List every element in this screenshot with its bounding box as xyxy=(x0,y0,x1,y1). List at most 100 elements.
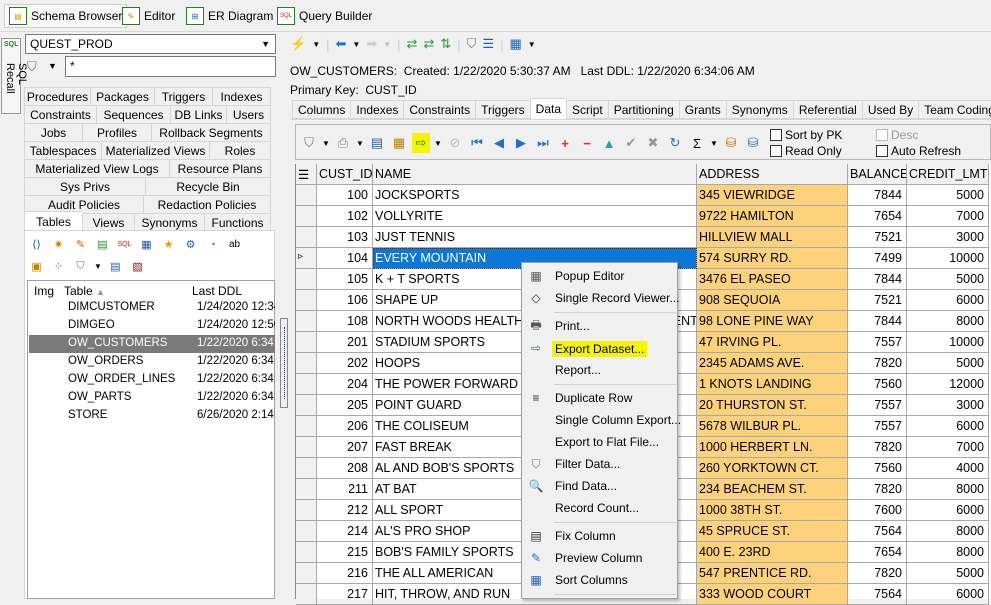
sync-icon[interactable]: ⇅ xyxy=(440,36,451,52)
cell-balance[interactable]: 7557 xyxy=(848,416,907,437)
row-indicator[interactable] xyxy=(296,416,317,437)
cell-cust-id[interactable]: 206 xyxy=(317,416,373,437)
cell-cust-id[interactable]: 211 xyxy=(317,479,373,500)
row-indicator[interactable] xyxy=(296,479,317,500)
er-diagram-tab[interactable]: ⊞ ER Diagram xyxy=(182,4,277,28)
object-tab-indexes[interactable]: Indexes xyxy=(212,87,271,105)
read-only-checkbox[interactable]: Read Only xyxy=(770,144,842,158)
chevron-down-icon[interactable]: ▼ xyxy=(352,40,360,49)
object-tab-sys-privs[interactable]: Sys Privs xyxy=(24,177,145,195)
detail-tab-partitioning[interactable]: Partitioning xyxy=(607,100,679,119)
object-tab-constraints[interactable]: Constraints xyxy=(24,105,96,123)
cell-cust-id[interactable]: 217 xyxy=(317,584,373,605)
cell-credit-lmt[interactable]: 3000 xyxy=(907,227,989,248)
insert-record-icon[interactable]: + xyxy=(556,133,574,153)
menu-item-single-record-viewer[interactable]: ◇ Single Record Viewer... xyxy=(522,287,679,309)
detail-tab-script[interactable]: Script xyxy=(566,100,608,119)
cell-credit-lmt[interactable]: 5000 xyxy=(907,353,989,374)
cell-cust-id[interactable]: 215 xyxy=(317,542,373,563)
chart-icon[interactable]: ▦ xyxy=(509,36,521,52)
menu-item-report[interactable]: Report... xyxy=(522,359,677,381)
list-icon[interactable]: ☰ xyxy=(482,36,494,52)
menu-item-export-to-flat-file[interactable]: Export to Flat File... xyxy=(522,431,677,453)
auto-refresh-checkbox[interactable]: Auto Refresh xyxy=(876,144,961,158)
menu-item-record-count[interactable]: Record Count... xyxy=(522,497,677,519)
cell-credit-lmt[interactable]: 7000 xyxy=(907,437,989,458)
cell-balance[interactable]: 7844 xyxy=(848,311,907,332)
pane-splitter[interactable] xyxy=(280,318,288,408)
cell-balance[interactable]: 7844 xyxy=(848,185,907,206)
cell-address[interactable]: 908 SEQUOIA xyxy=(697,290,848,311)
cell-credit-lmt[interactable]: 4000 xyxy=(907,458,989,479)
row-indicator[interactable] xyxy=(296,521,317,542)
chevron-down-icon[interactable]: ▼ xyxy=(383,40,391,49)
row-indicator[interactable] xyxy=(296,437,317,458)
cell-cust-id[interactable]: 216 xyxy=(317,563,373,584)
row-indicator[interactable]: ▹ xyxy=(296,248,317,269)
query-builder-tab[interactable]: SQL Query Builder xyxy=(273,4,376,28)
table-list-item[interactable]: DIMGEO 1/24/2020 12:50 xyxy=(29,317,275,335)
grid-menu-button[interactable]: ☰ xyxy=(296,164,317,185)
cell-balance[interactable]: 7654 xyxy=(848,542,907,563)
chevron-down-icon[interactable]: ▼ xyxy=(356,133,364,153)
cell-address[interactable]: 345 VIEWRIDGE xyxy=(697,185,848,206)
cell-address[interactable]: 260 YORKTOWN CT. xyxy=(697,458,848,479)
sql-icon[interactable]: SQL xyxy=(116,236,133,253)
cell-address[interactable]: 9722 HAMILTON xyxy=(697,206,848,227)
object-tab-views[interactable]: Views xyxy=(82,213,134,231)
import-icon[interactable]: ⛁ xyxy=(722,133,740,153)
cell-cust-id[interactable]: 102 xyxy=(317,206,373,227)
table-list-item[interactable]: OW_ORDERS 1/22/2020 6:34: xyxy=(29,353,275,371)
grid-view-icon[interactable]: ▤ xyxy=(368,133,386,153)
row-indicator[interactable] xyxy=(296,500,317,521)
cell-balance[interactable]: 7557 xyxy=(848,395,907,416)
chevron-down-icon[interactable]: ▼ xyxy=(312,40,320,49)
cell-balance[interactable]: 7820 xyxy=(848,353,907,374)
cell-credit-lmt[interactable]: 8000 xyxy=(907,479,989,500)
connect-icon[interactable]: ⚡ xyxy=(290,36,306,52)
cell-credit-lmt[interactable]: 12000 xyxy=(907,374,989,395)
object-tab-db-links[interactable]: DB Links xyxy=(170,105,226,123)
cell-name[interactable]: VOLLYRITE xyxy=(373,206,697,227)
row-indicator[interactable] xyxy=(296,332,317,353)
object-tab-sequences[interactable]: Sequences xyxy=(96,105,170,123)
next-record-icon[interactable]: ▶ xyxy=(512,133,530,153)
menu-item-preview-column[interactable]: ✎ Preview Column xyxy=(522,547,677,569)
object-tab-materialized-view-logs[interactable]: Materialized View Logs xyxy=(24,159,169,177)
chevron-down-icon[interactable]: ▼ xyxy=(528,40,536,49)
cell-credit-lmt[interactable]: 8000 xyxy=(907,521,989,542)
filter-icon[interactable]: ⛉ xyxy=(467,36,477,52)
script-icon[interactable]: ⟨⟩ xyxy=(28,236,45,253)
sum-icon[interactable]: Σ xyxy=(688,133,706,153)
cell-cust-id[interactable]: 106 xyxy=(317,290,373,311)
cell-name[interactable]: JUST TENNIS xyxy=(373,227,697,248)
cancel-edit-icon[interactable]: ✖ xyxy=(644,133,662,153)
cell-credit-lmt[interactable]: 5000 xyxy=(907,563,989,584)
table-list-item[interactable]: DIMCUSTOMER 1/24/2020 12:34 xyxy=(29,299,275,317)
first-record-icon[interactable]: ⏮ xyxy=(468,133,486,153)
chevron-down-icon[interactable]: ▼ xyxy=(434,133,442,153)
forward-arrow-icon[interactable]: ➡ xyxy=(366,36,377,52)
cell-cust-id[interactable]: 103 xyxy=(317,227,373,248)
table-list-item[interactable]: OW_CUSTOMERS 1/22/2020 6:34: xyxy=(29,335,275,353)
cell-address[interactable]: 20 THURSTON ST. xyxy=(697,395,848,416)
rename-icon[interactable]: ab xyxy=(226,236,243,253)
object-tab-materialized-views[interactable]: Materialized Views xyxy=(101,141,209,159)
cell-address[interactable]: 400 E. 23RD xyxy=(697,542,848,563)
detail-tab-data[interactable]: Data xyxy=(529,98,567,119)
cell-address[interactable]: 2345 ADAMS AVE. xyxy=(697,353,848,374)
schema-dropdown[interactable]: QUEST_PROD ▼ xyxy=(25,34,276,54)
cell-balance[interactable]: 7521 xyxy=(848,227,907,248)
cell-credit-lmt[interactable]: 5000 xyxy=(907,185,989,206)
cell-address[interactable]: 1 KNOTS LANDING xyxy=(697,374,848,395)
column-header-name[interactable]: NAME xyxy=(373,164,697,185)
table-list-item[interactable]: OW_PARTS 1/22/2020 6:34: xyxy=(29,389,275,407)
menu-item-single-column-export[interactable]: Single Column Export... xyxy=(522,409,681,431)
object-tab-functions[interactable]: Functions xyxy=(204,213,271,231)
cell-balance[interactable]: 7521 xyxy=(848,290,907,311)
cell-address[interactable]: 574 SURRY RD. xyxy=(697,248,848,269)
cell-cust-id[interactable]: 202 xyxy=(317,353,373,374)
cell-balance[interactable]: 7844 xyxy=(848,269,907,290)
row-indicator[interactable] xyxy=(296,563,317,584)
cell-balance[interactable]: 7560 xyxy=(848,374,907,395)
